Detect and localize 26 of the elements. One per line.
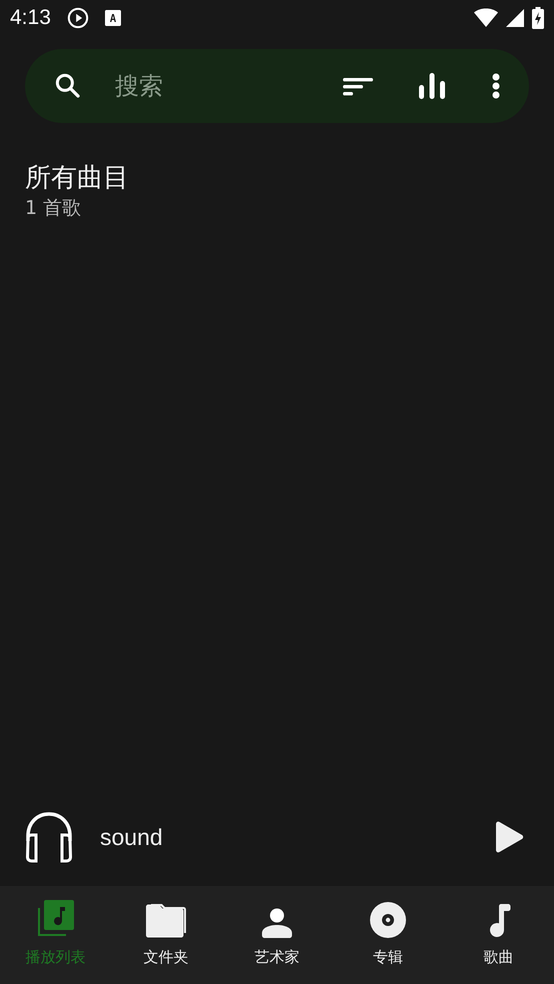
track-title: sound [100,822,163,852]
wifi-icon [474,8,498,28]
section-title: 所有曲目 [25,163,130,194]
song-count: 1 首歌 [25,196,82,222]
more-button[interactable] [491,73,501,99]
folder-icon [145,902,188,938]
signal-icon [506,9,524,27]
font-icon [104,10,121,26]
sort-icon [343,76,373,98]
disc-icon [370,902,406,938]
status-time: 4:13 [10,5,51,32]
nav-tab[interactable]: 文件夹 [110,886,222,984]
person-icon [262,908,292,938]
headphones-icon [24,811,74,863]
battery-icon [532,7,544,29]
equalizer-button[interactable] [419,73,445,99]
play-circle-icon [66,7,89,29]
bar-chart-icon [419,73,445,99]
play-button[interactable] [494,821,524,853]
search-field[interactable]: 搜索 [113,67,263,105]
nav-tab[interactable]: 歌曲 [443,886,554,984]
nav-tab[interactable]: 专辑 [332,886,444,984]
play-icon [494,821,524,853]
playlist-music-icon [36,900,74,938]
nav-tab[interactable]: 艺术家 [222,886,332,984]
more-vertical-icon [491,73,501,99]
